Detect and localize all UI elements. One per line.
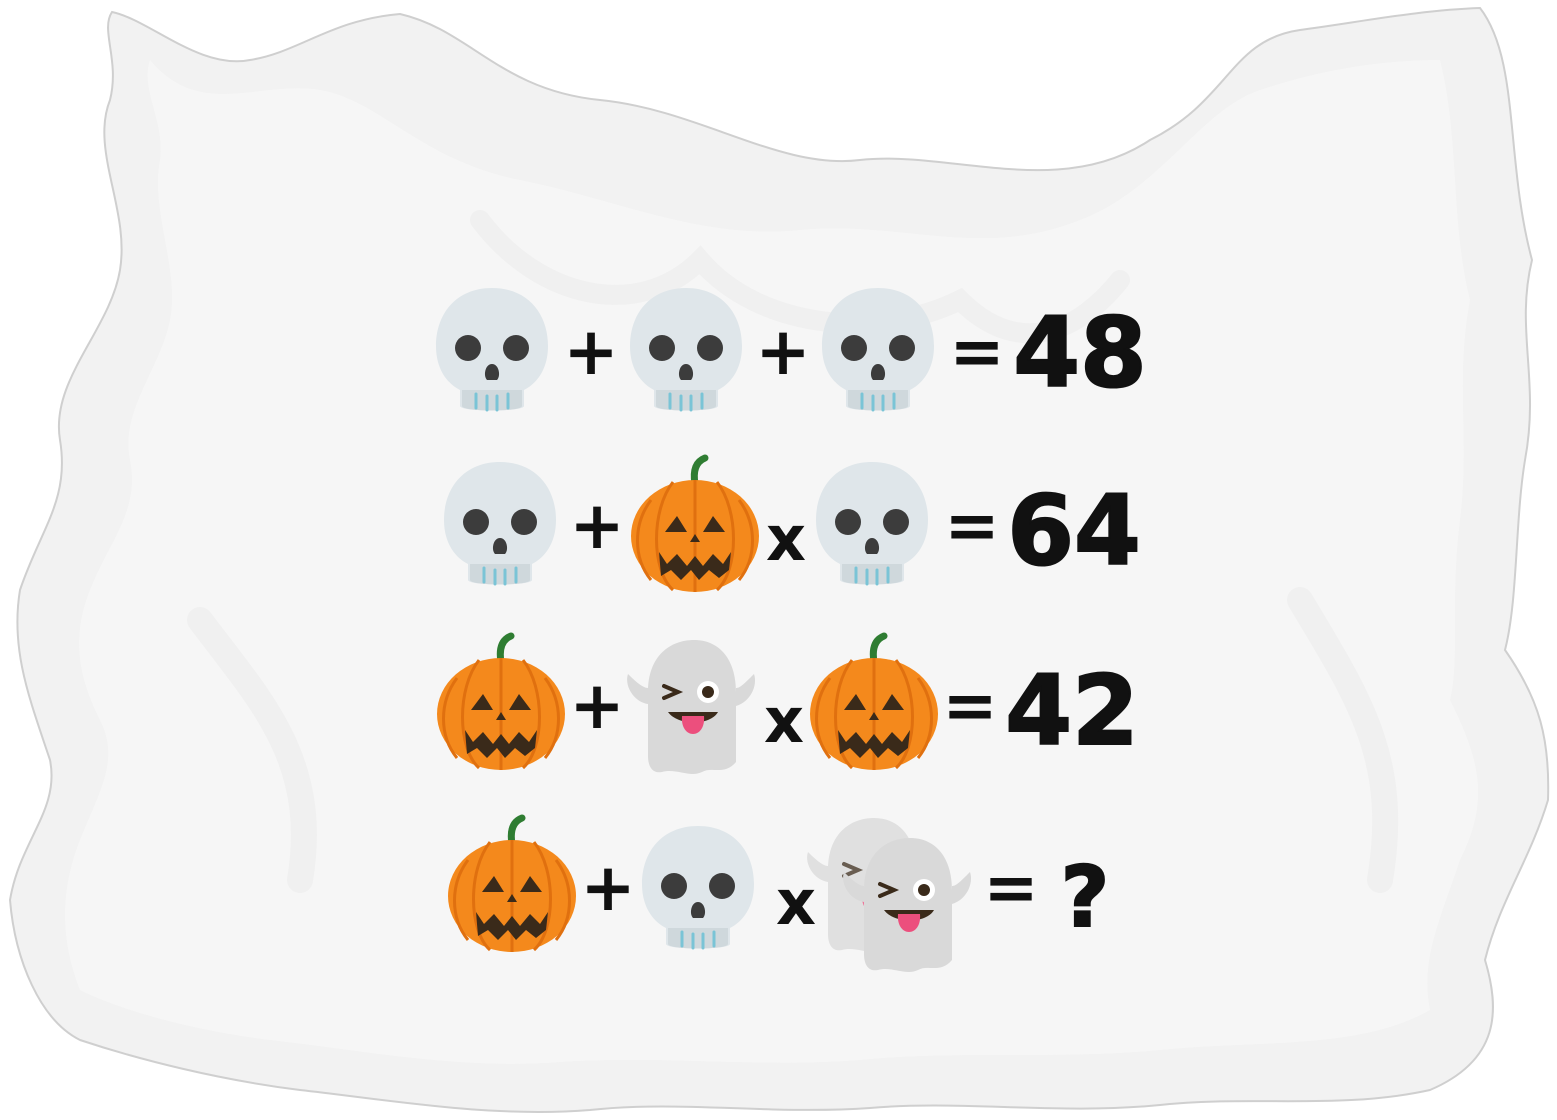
- operator-times: x: [776, 866, 816, 939]
- operator-equals: =: [983, 849, 1038, 926]
- operator-times: x: [764, 684, 804, 757]
- result-value: 64: [1007, 475, 1141, 587]
- puzzle-canvas: + + = 48 + x = 64 + x = 42 + x = ?: [8, 6, 1550, 1113]
- operator-plus: +: [569, 487, 624, 564]
- operator-plus: +: [563, 313, 618, 390]
- operator-equals: =: [944, 487, 999, 564]
- result-question-mark: ?: [1061, 848, 1110, 946]
- operator-plus: +: [755, 313, 810, 390]
- operator-equals: =: [949, 313, 1004, 390]
- operator-plus: +: [580, 849, 635, 926]
- result-value: 42: [1005, 655, 1139, 767]
- result-value: 48: [1013, 297, 1147, 409]
- operator-plus: +: [569, 667, 624, 744]
- operator-times: x: [766, 502, 806, 575]
- operator-equals: =: [942, 667, 997, 744]
